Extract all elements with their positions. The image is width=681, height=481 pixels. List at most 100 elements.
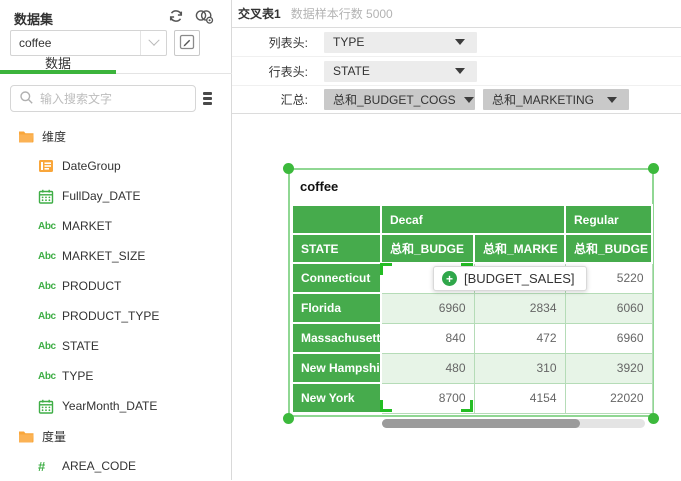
tree-item-market-size[interactable]: Abc MARKET_SIZE — [0, 241, 232, 271]
value-cell[interactable]: 472 — [474, 323, 565, 353]
tab-active-underline — [0, 70, 116, 74]
tree-item-label: TYPE — [62, 369, 93, 383]
column-header[interactable]: 总和_MARKE — [474, 234, 565, 263]
value-cell[interactable]: 840 — [381, 323, 474, 353]
tree-item-label: MARKET — [62, 219, 112, 233]
text-field-icon: Abc — [38, 371, 58, 382]
column-header-config-row: 列表头: TYPE — [232, 28, 681, 57]
relation-settings-icon — [194, 7, 214, 28]
value-cell[interactable]: 3920 — [565, 353, 652, 383]
widget-name: 交叉表1 — [238, 5, 281, 22]
value-cell[interactable]: 310 — [474, 353, 565, 383]
row-header-cell[interactable]: New York — [292, 383, 381, 413]
folder-open-icon — [18, 429, 38, 443]
text-field-icon: Abc — [38, 281, 58, 292]
group-header-regular[interactable]: Regular — [565, 205, 652, 234]
tree-item-label: PRODUCT_TYPE — [62, 309, 159, 323]
tree-item-label: MARKET_SIZE — [62, 249, 145, 263]
table-group-header-row: Decaf Regular — [292, 205, 652, 234]
value-cell[interactable]: 8700 — [381, 383, 474, 413]
column-header[interactable]: STATE — [292, 234, 381, 263]
field-list-menu-button[interactable] — [203, 92, 215, 105]
tree-item-label: 度量 — [42, 428, 66, 445]
summary-value: 总和_BUDGET_COGS — [333, 91, 456, 108]
pencil-icon — [179, 34, 195, 53]
editor-panel: 交叉表1 数据样本行数 5000 列表头: TYPE 行表头: STATE — [232, 0, 681, 480]
row-header-cell[interactable]: Florida — [292, 293, 381, 323]
tree-item-state[interactable]: Abc STATE — [0, 331, 232, 361]
field-search-box[interactable] — [10, 85, 196, 112]
resize-handle-bottom-right[interactable] — [648, 413, 659, 424]
column-header[interactable]: 总和_BUDGE — [381, 234, 474, 263]
row-header-label: 行表头: — [232, 63, 308, 80]
number-field-icon: # — [38, 459, 58, 474]
summary-config-row: 汇总: 总和_BUDGET_COGS 总和_MARKETING — [232, 86, 681, 114]
refresh-icon — [167, 7, 185, 28]
column-header[interactable]: 总和_BUDGE — [565, 234, 652, 263]
summary-label: 汇总: — [232, 91, 308, 108]
table-header-row: STATE 总和_BUDGE 总和_MARKE 总和_BUDGE — [292, 234, 652, 263]
dataset-sidebar: 数据集 coffee — [0, 0, 232, 480]
value-cell[interactable]: 22020 — [565, 383, 652, 413]
dataset-relation-button[interactable] — [194, 7, 214, 27]
tree-item-fullday-date[interactable]: FullDay_DATE — [0, 181, 232, 211]
column-header-value: TYPE — [333, 35, 364, 49]
value-cell[interactable]: 6960 — [565, 323, 652, 353]
dropdown-arrow-icon — [464, 97, 474, 103]
value-cell[interactable]: 6060 — [565, 293, 652, 323]
tree-item-label: AREA_CODE — [62, 459, 136, 473]
text-field-icon: Abc — [38, 311, 58, 322]
dropdown-arrow-icon — [455, 39, 465, 45]
resize-handle-bottom-left[interactable] — [283, 413, 294, 424]
table-title: coffee — [300, 179, 338, 194]
row-header-cell[interactable]: New Hampshi — [292, 353, 381, 383]
tree-item-label: 维度 — [42, 128, 66, 145]
calendar-icon — [38, 399, 58, 414]
summary-dropdown-budget-cogs[interactable]: 总和_BUDGET_COGS — [324, 89, 475, 110]
table-row: Florida 6960 2834 6060 — [292, 293, 652, 323]
group-header-decaf[interactable]: Decaf — [381, 205, 565, 234]
row-header-value: STATE — [333, 64, 370, 78]
value-cell[interactable]: 480 — [381, 353, 474, 383]
edit-dataset-button[interactable] — [174, 30, 200, 56]
tree-item-area-code[interactable]: # AREA_CODE — [0, 451, 232, 481]
column-header-label: 列表头: — [232, 34, 308, 51]
search-input[interactable] — [40, 92, 180, 106]
cross-table: Decaf Regular STATE 总和_BUDGE 总和_MARKE 总和… — [291, 204, 653, 414]
chevron-down-icon[interactable] — [140, 31, 166, 55]
scrollbar-thumb[interactable] — [382, 419, 580, 428]
corner-cell[interactable] — [292, 205, 381, 234]
tree-item-market[interactable]: Abc MARKET — [0, 211, 232, 241]
tree-item-dategroup[interactable]: DateGroup — [0, 151, 232, 181]
tree-group-dimensions[interactable]: 维度 — [0, 121, 232, 151]
tree-item-product[interactable]: Abc PRODUCT — [0, 271, 232, 301]
value-cell[interactable]: 6960 — [381, 293, 474, 323]
row-header-cell[interactable]: Connecticut — [292, 263, 381, 293]
summary-value: 总和_MARKETING — [492, 91, 594, 108]
sample-row-count: 数据样本行数 5000 — [291, 5, 393, 22]
cross-table-widget[interactable]: coffee Decaf Regular STATE 总和_BUDGE 总和_M… — [288, 168, 654, 417]
column-header-dropdown[interactable]: TYPE — [324, 32, 477, 53]
refresh-dataset-button[interactable] — [166, 7, 186, 27]
dataset-panel-title: 数据集 — [14, 9, 53, 28]
horizontal-scrollbar[interactable] — [382, 419, 645, 428]
tab-divider — [116, 73, 232, 74]
tree-item-product-type[interactable]: Abc PRODUCT_TYPE — [0, 301, 232, 331]
tree-item-label: DateGroup — [62, 159, 121, 173]
report-canvas[interactable]: coffee Decaf Regular STATE 总和_BUDGE 总和_M… — [232, 115, 681, 480]
resize-handle-top-right[interactable] — [648, 163, 659, 174]
value-cell[interactable]: 2834 — [474, 293, 565, 323]
tree-group-measures[interactable]: 度量 — [0, 421, 232, 451]
bi-app-window: 数据集 coffee — [0, 0, 681, 480]
resize-handle-top-left[interactable] — [283, 163, 294, 174]
drag-field-tooltip: + [BUDGET_SALES] — [433, 266, 587, 291]
tree-item-yearmonth-date[interactable]: YearMonth_DATE — [0, 391, 232, 421]
value-cell[interactable]: 4154 — [474, 383, 565, 413]
summary-dropdown-marketing[interactable]: 总和_MARKETING — [483, 89, 629, 110]
row-header-dropdown[interactable]: STATE — [324, 61, 477, 82]
drag-field-name: [BUDGET_SALES] — [464, 271, 575, 286]
tree-item-label: FullDay_DATE — [62, 189, 140, 203]
tree-item-type[interactable]: Abc TYPE — [0, 361, 232, 391]
text-field-icon: Abc — [38, 251, 58, 262]
row-header-cell[interactable]: Massachusett — [292, 323, 381, 353]
